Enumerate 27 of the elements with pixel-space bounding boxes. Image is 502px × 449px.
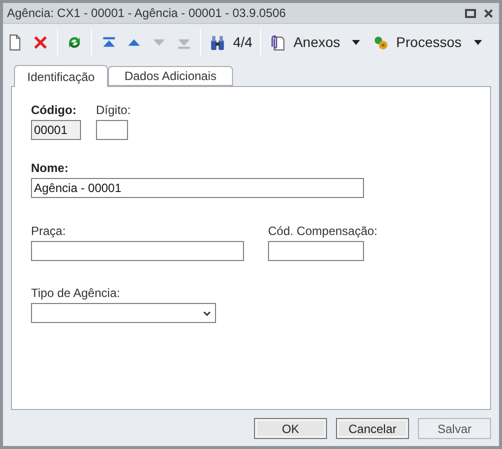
caret-icon <box>474 40 482 44</box>
toolbar-button[interactable]: Processos <box>372 31 462 53</box>
chevron-down-icon <box>203 310 211 316</box>
field-label: Código: <box>31 103 78 117</box>
caret-icon <box>352 40 360 44</box>
input-field[interactable] <box>268 241 364 261</box>
input-field[interactable] <box>31 241 244 261</box>
tab[interactable]: Identificação <box>14 65 108 87</box>
field-label: Tipo de Agência: <box>31 286 121 300</box>
delete-icon <box>32 34 49 50</box>
dropdown-field[interactable] <box>31 303 216 323</box>
toolbar-button[interactable]: Anexos <box>269 31 340 53</box>
window-title: Agência: CX1 - 00001 - Agência - 00001 - 03.9.0506 <box>7 5 287 22</box>
toolbar-button[interactable]: 4/4 <box>209 31 252 53</box>
binoculars-icon <box>209 34 226 50</box>
field-label: Cód. Compensação: <box>268 224 378 238</box>
field-label: Nome: <box>31 161 70 175</box>
close-icon[interactable] <box>484 8 493 18</box>
input-field[interactable]: Agência - 00001 <box>31 178 364 198</box>
field-label: Praça: <box>31 224 67 238</box>
maximize-icon[interactable] <box>465 8 476 18</box>
dialog-button[interactable]: OK <box>254 418 327 439</box>
field-label: Dígito: <box>96 103 131 117</box>
dialog-button[interactable]: Cancelar <box>336 418 409 439</box>
tab[interactable]: Dados Adicionais <box>108 66 233 86</box>
paperclip-icon <box>269 34 286 50</box>
input-field[interactable] <box>96 120 128 140</box>
